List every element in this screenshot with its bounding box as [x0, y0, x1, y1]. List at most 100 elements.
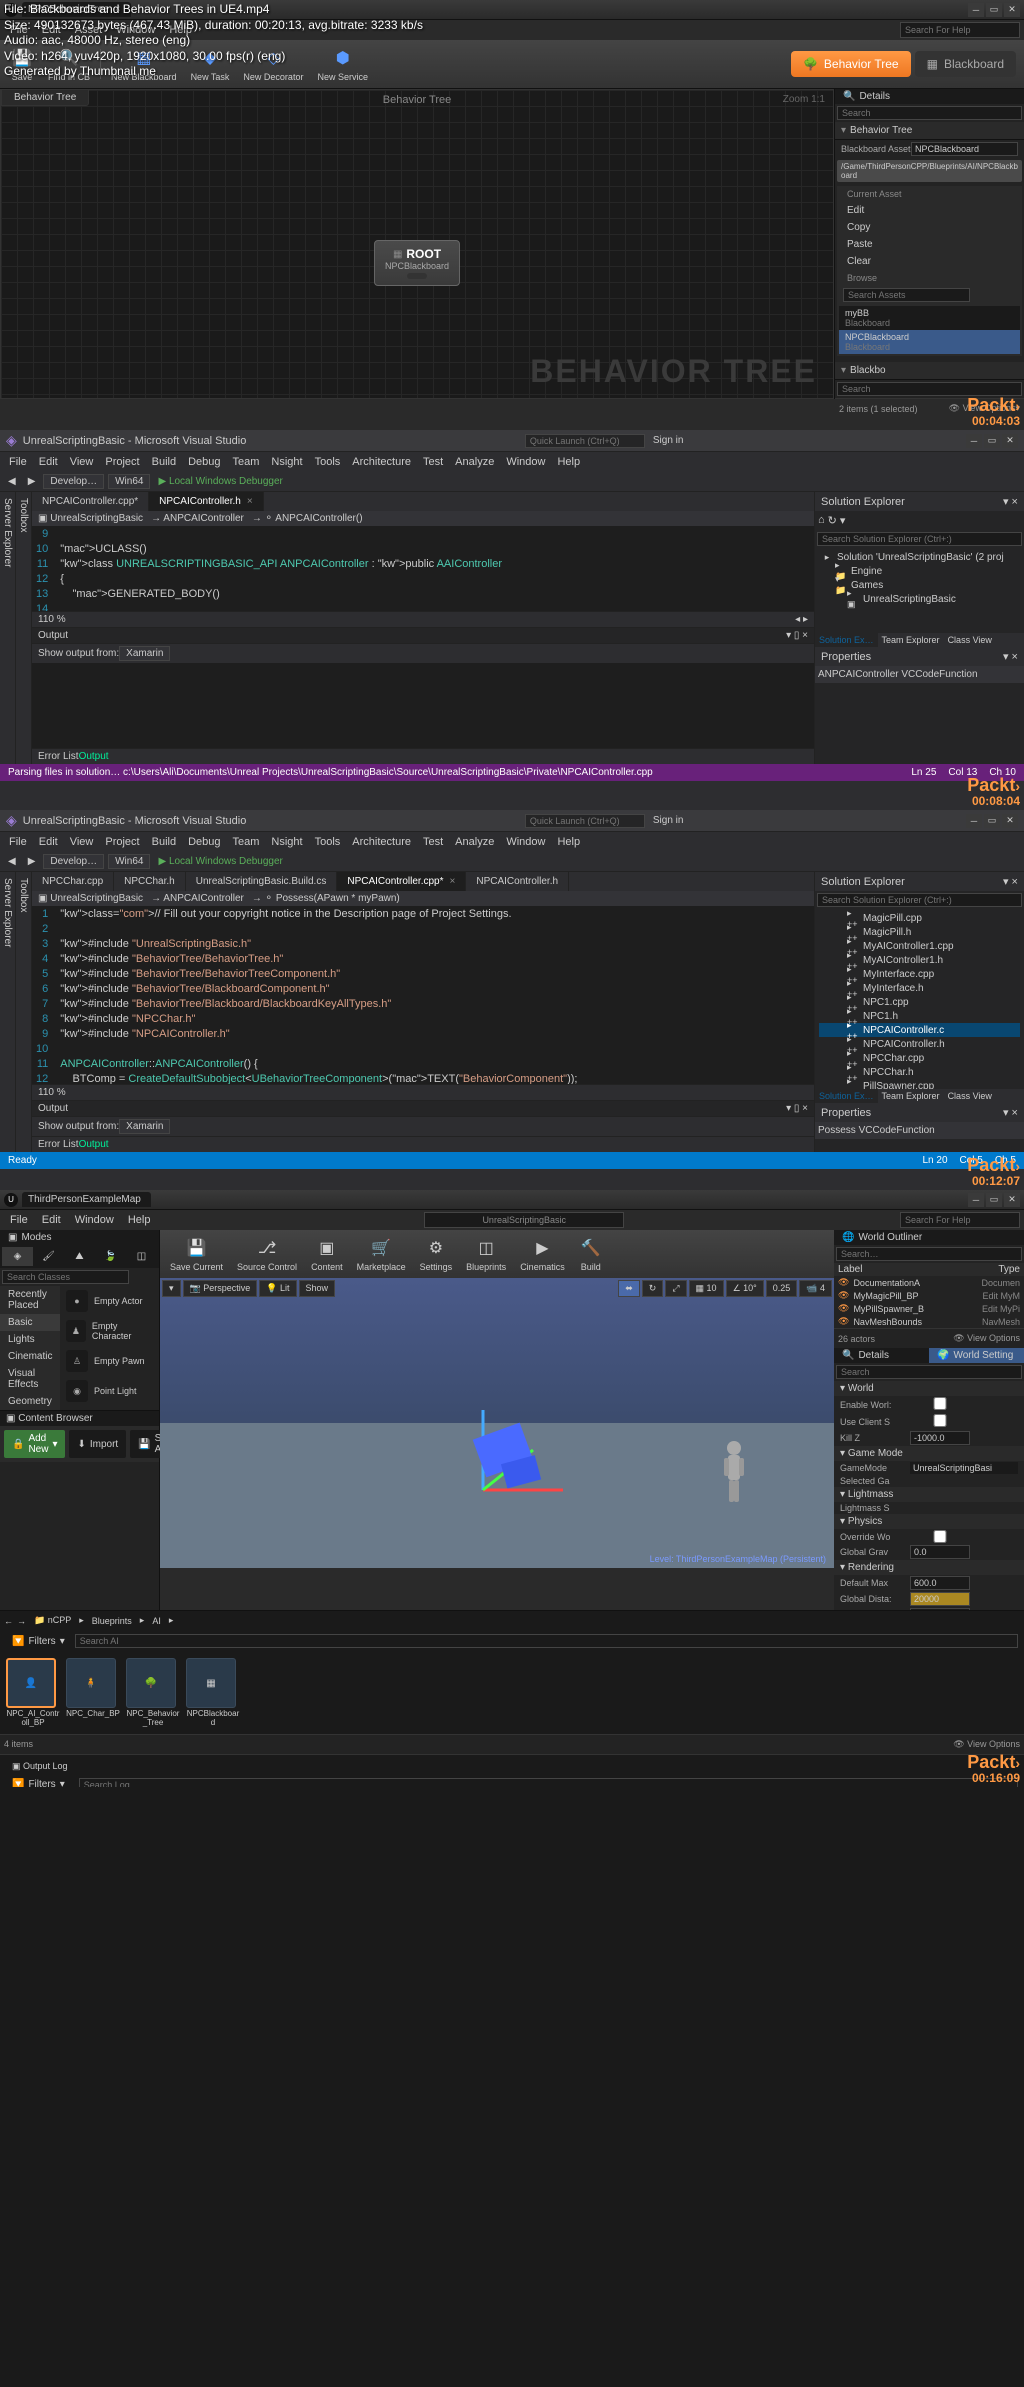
- viewport-options-button[interactable]: ▾: [162, 1280, 181, 1297]
- details-search[interactable]: [837, 106, 1022, 120]
- details-search[interactable]: [836, 1365, 1022, 1379]
- path-crumb[interactable]: Blueprints: [88, 1614, 136, 1628]
- show-dropdown[interactable]: Show: [299, 1280, 336, 1297]
- file-tab[interactable]: NPCAIController.cpp*×: [337, 872, 466, 891]
- solution-explorer-tab[interactable]: Solution Ex…: [815, 1089, 878, 1103]
- outliner-col-label[interactable]: Label: [838, 1264, 994, 1275]
- visibility-icon[interactable]: 👁: [838, 1277, 849, 1288]
- transform-scale-button[interactable]: ⤢: [665, 1280, 686, 1297]
- world-section[interactable]: ▾ World: [834, 1381, 1024, 1396]
- category-lights[interactable]: Lights: [0, 1331, 60, 1348]
- debug-button[interactable]: ▶ Local Windows Debugger: [154, 854, 286, 869]
- nav-fwd-button[interactable]: →: [17, 1616, 26, 1626]
- foliage-mode-button[interactable]: 🍃: [95, 1247, 126, 1266]
- place-actor-item[interactable]: ●Empty Actor: [60, 1286, 159, 1316]
- build-button[interactable]: 🔨Build: [573, 1234, 609, 1274]
- close-button[interactable]: ✕: [1002, 434, 1018, 448]
- place-actor-item[interactable]: ♙Empty Pawn: [60, 1346, 159, 1376]
- search-assets-input[interactable]: [843, 288, 970, 302]
- menu-test[interactable]: Test: [418, 834, 448, 850]
- world-outliner-tab[interactable]: 🌐 World Outliner: [834, 1230, 1024, 1245]
- minimize-button[interactable]: ─: [966, 434, 982, 448]
- output-tab[interactable]: Output: [79, 751, 109, 762]
- solution-project[interactable]: ▸ ▣UnrealScriptingBasic: [819, 592, 1020, 606]
- solution-file[interactable]: ▸ ++PillSpawner.cpp: [819, 1079, 1020, 1089]
- outliner-search[interactable]: [836, 1247, 1022, 1261]
- category-vfx[interactable]: Visual Effects: [0, 1365, 60, 1393]
- quick-launch-input[interactable]: [525, 814, 645, 828]
- place-actor-item[interactable]: ◉Point Light: [60, 1376, 159, 1406]
- outliner-item[interactable]: 👁DocumentationADocumen: [834, 1276, 1024, 1289]
- category-geometry[interactable]: Geometry: [0, 1393, 60, 1410]
- solution-explorer-tab[interactable]: Solution Ex…: [815, 633, 878, 647]
- config-dropdown[interactable]: Develop…: [43, 854, 104, 869]
- menu-analyze[interactable]: Analyze: [450, 834, 499, 850]
- landscape-mode-button[interactable]: ⛰: [64, 1247, 95, 1266]
- rendering-section[interactable]: ▾ Rendering: [834, 1560, 1024, 1575]
- add-new-button[interactable]: 🔒 Add New ▾: [4, 1430, 65, 1458]
- error-list-tab[interactable]: Error List: [38, 1139, 79, 1150]
- ctx-clear[interactable]: Clear: [837, 253, 1022, 270]
- content-asset[interactable]: 🧍NPC_Char_BP: [66, 1658, 120, 1728]
- solution-root[interactable]: ▸Solution 'UnrealScriptingBasic' (2 proj: [819, 550, 1020, 564]
- cb-search-input[interactable]: [75, 1634, 1018, 1648]
- path-crumb[interactable]: AI: [148, 1614, 165, 1628]
- ctx-edit[interactable]: Edit: [837, 202, 1022, 219]
- output-pin[interactable]: [407, 273, 427, 279]
- details-tab[interactable]: 🔍Details: [835, 89, 1024, 104]
- menu-architecture[interactable]: Architecture: [347, 454, 416, 470]
- error-list-tab[interactable]: Error List: [38, 751, 79, 762]
- visibility-icon[interactable]: 👁: [838, 1290, 849, 1301]
- nav-fwd-button[interactable]: ▶: [24, 474, 40, 489]
- breadcrumb-class[interactable]: → ANPCAIController: [151, 513, 244, 524]
- details-tab[interactable]: 🔍 Details: [834, 1348, 929, 1363]
- category-cinematic[interactable]: Cinematic: [0, 1348, 60, 1365]
- file-tab[interactable]: NPCChar.cpp: [32, 872, 114, 891]
- toolbox-tab[interactable]: Toolbox: [16, 492, 32, 764]
- menu-build[interactable]: Build: [147, 834, 181, 850]
- menu-tools[interactable]: Tools: [310, 834, 346, 850]
- output-from-dropdown[interactable]: Xamarin: [119, 1119, 170, 1134]
- output-tab[interactable]: Output: [79, 1139, 109, 1150]
- search-help-input[interactable]: [900, 22, 1020, 38]
- graph-tab[interactable]: Behavior Tree: [1, 89, 89, 106]
- behavior-tree-graph[interactable]: Behavior Tree Behavior Tree Zoom 1:1 ▦RO…: [0, 89, 834, 399]
- menu-help[interactable]: Help: [552, 454, 585, 470]
- dynamic-ind-input[interactable]: [910, 1608, 970, 1610]
- place-actor-item[interactable]: ♟Empty Character: [60, 1316, 159, 1346]
- outliner-item[interactable]: 👁MyPillSpawner_BEdit MyPi: [834, 1302, 1024, 1315]
- menu-edit[interactable]: Edit: [34, 454, 63, 470]
- default-max-input[interactable]: [910, 1576, 970, 1590]
- maximize-button[interactable]: ▭: [984, 434, 1000, 448]
- outliner-item[interactable]: 👁MyMagicPill_BPEdit MyM: [834, 1289, 1024, 1302]
- source-control-button[interactable]: ⎇Source Control: [231, 1234, 303, 1274]
- kill-z-input[interactable]: [910, 1431, 970, 1445]
- file-tab[interactable]: NPCAIController.cpp*: [32, 492, 149, 511]
- close-button[interactable]: ✕: [1002, 814, 1018, 828]
- nav-back-button[interactable]: ←: [4, 1616, 13, 1626]
- menu-window[interactable]: Window: [501, 454, 550, 470]
- menu-help[interactable]: Help: [552, 834, 585, 850]
- log-search-input[interactable]: [79, 1778, 1018, 1787]
- nav-back-button[interactable]: ◀: [4, 474, 20, 489]
- asset-item[interactable]: myBBBlackboard: [839, 306, 1020, 330]
- breadcrumb-function[interactable]: → ⚬ ANPCAIController(): [252, 513, 363, 524]
- file-tab[interactable]: NPCAIController.h: [466, 872, 569, 891]
- gamemode-section[interactable]: ▾ Game Mode: [834, 1446, 1024, 1461]
- sign-in-link[interactable]: Sign in: [653, 815, 684, 826]
- bb-search[interactable]: [837, 382, 1022, 396]
- ctx-paste[interactable]: Paste: [837, 236, 1022, 253]
- maximize-button[interactable]: ▭: [986, 3, 1002, 17]
- toolbox-tab[interactable]: Toolbox: [16, 872, 32, 1152]
- global-dist-input[interactable]: [910, 1592, 970, 1606]
- debug-button[interactable]: ▶ Local Windows Debugger: [154, 474, 286, 489]
- solution-search[interactable]: [817, 893, 1022, 907]
- blackboard-asset-dropdown[interactable]: NPCBlackboard: [911, 142, 1018, 156]
- close-icon[interactable]: ×: [450, 876, 456, 887]
- override-world-checkbox[interactable]: [910, 1530, 970, 1543]
- content-asset[interactable]: ▦NPCBlackboard: [186, 1658, 240, 1728]
- behavior-tree-mode-button[interactable]: 🌳Behavior Tree: [791, 51, 911, 77]
- platform-dropdown[interactable]: Win64: [108, 854, 150, 869]
- camera-speed-button[interactable]: 📹 4: [799, 1280, 832, 1297]
- world-settings-tab[interactable]: 🌍 World Setting: [929, 1348, 1024, 1363]
